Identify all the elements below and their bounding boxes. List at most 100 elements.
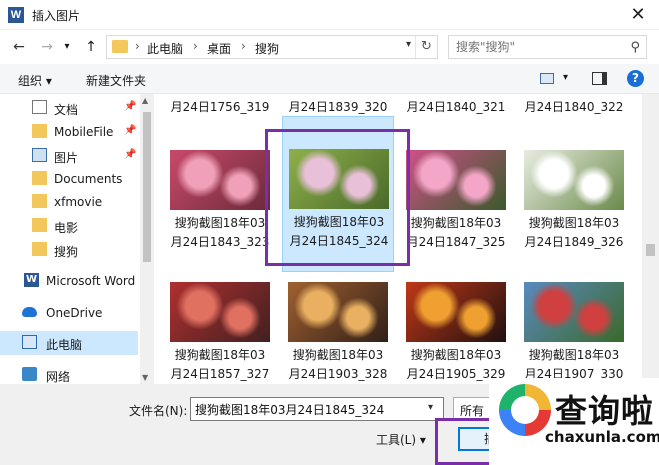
file-name-partial[interactable]: 月24日1839_320 (282, 98, 394, 115)
file-tile[interactable]: 搜狗截图18年03 月24日1903_328 (282, 282, 394, 384)
sidebar-item-label: 此电脑 (46, 338, 83, 352)
image-thumbnail (170, 282, 270, 342)
folder-icon (32, 242, 47, 256)
file-tile[interactable]: 搜狗截图18年03 月24日1857_327 (164, 282, 276, 384)
file-name-line: 月24日1903_328 (288, 367, 388, 381)
file-name-line: 搜狗截图18年03 (292, 348, 384, 362)
command-bar: 组织 ▾ 新建文件夹 ▾ ? (0, 64, 659, 94)
chevron-down-icon[interactable]: ▾ (428, 402, 433, 413)
scrollbar-thumb[interactable] (143, 112, 151, 262)
sidebar-item-label: OneDrive (46, 306, 103, 320)
file-name-line: 搜狗截图18年03 (174, 216, 266, 230)
filename-input[interactable] (190, 397, 444, 421)
file-name-line: 月24日1857_327 (170, 367, 270, 381)
back-button[interactable]: ← (10, 38, 28, 56)
view-icon[interactable] (540, 73, 554, 84)
file-name: 搜狗截图18年03 月24日1857_327 (164, 346, 276, 384)
sidebar-item-label: 搜狗 (54, 245, 79, 259)
sidebar-item-documents[interactable]: 文档 📌 (0, 96, 138, 120)
recent-dropdown[interactable]: ▾ (58, 38, 76, 56)
image-thumbnail (524, 150, 624, 210)
file-name: 搜狗截图18年03 月24日1903_328 (282, 346, 394, 384)
pin-icon: 📌 (124, 101, 137, 112)
sidebar-item-label: MobileFile (54, 125, 114, 139)
up-button[interactable]: ↑ (82, 38, 100, 56)
watermark-logo-icon (499, 384, 551, 436)
file-name-line: 搜狗截图18年03 (410, 348, 502, 362)
sidebar-item-onedrive[interactable]: OneDrive (0, 301, 138, 325)
breadcrumb-sogou[interactable]: 搜狗 (255, 40, 279, 57)
sidebar-item-label: xfmovie (54, 195, 103, 209)
breadcrumb-separator: › (135, 39, 140, 53)
window-title: 插入图片 (32, 9, 81, 23)
close-button[interactable]: ✕ (625, 2, 651, 28)
pin-icon: 📌 (124, 149, 137, 160)
folder-icon (32, 124, 47, 138)
file-name: 搜狗截图18年03 月24日1849_326 (518, 214, 630, 252)
address-row: ← → ▾ ↑ › 此电脑 › 桌面 › 搜狗 ▾ ↻ ⚲ (0, 30, 659, 64)
breadcrumb-separator: › (241, 39, 246, 53)
sidebar-item-label: Microsoft Word (46, 274, 136, 288)
tools-menu[interactable]: 工具(L) ▾ (376, 431, 426, 448)
watermark-text: 查询啦 (555, 392, 655, 430)
file-name-partial[interactable]: 月24日1840_322 (518, 98, 630, 115)
scroll-up-icon[interactable]: ▲ (142, 96, 148, 105)
sidebar-item-movies[interactable]: 电影 (0, 214, 138, 238)
file-tile[interactable]: 搜狗截图18年03 月24日1907_330 (518, 282, 630, 384)
filename-label: 文件名(N): (129, 404, 188, 418)
title-bar: W 插入图片 ✕ (0, 0, 659, 30)
sidebar-item-pictures[interactable]: 图片 📌 (0, 144, 138, 168)
search-icon[interactable]: ⚲ (630, 40, 640, 55)
document-icon (32, 100, 47, 114)
sidebar-item-documents-folder[interactable]: Documents (0, 167, 138, 191)
sidebar-item-this-pc[interactable]: 此电脑 (0, 331, 138, 355)
file-tile[interactable]: 搜狗截图18年03 月24日1847_325 (400, 150, 512, 272)
breadcrumb-computer[interactable]: 此电脑 (147, 40, 183, 57)
sidebar-scrollbar[interactable]: ▲ ▼ (140, 94, 154, 384)
file-name-partial[interactable]: 月24日1840_321 (400, 98, 512, 115)
sidebar-item-mobilefile[interactable]: MobileFile 📌 (0, 120, 138, 144)
forward-button[interactable]: → (38, 38, 56, 56)
image-thumbnail (170, 150, 270, 210)
navigation-pane: 文档 📌 MobileFile 📌 图片 📌 Documents xfmovie… (0, 94, 154, 384)
new-folder-button[interactable]: 新建文件夹 (86, 72, 146, 89)
content-scrollbar[interactable] (642, 94, 659, 384)
file-name: 搜狗截图18年03 月24日1843_323 (164, 214, 276, 252)
sidebar-item-sogou[interactable]: 搜狗 (0, 238, 138, 262)
breadcrumb-separator: › (193, 39, 198, 53)
file-name-line: 月24日1849_326 (524, 235, 624, 249)
preview-pane-icon[interactable] (592, 72, 607, 85)
breadcrumb-desktop[interactable]: 桌面 (207, 40, 231, 57)
file-tile[interactable]: 搜狗截图18年03 月24日1849_326 (518, 150, 630, 272)
organize-menu[interactable]: 组织 ▾ (18, 72, 52, 89)
selection-highlight-box (265, 129, 410, 266)
network-icon (22, 367, 37, 381)
cloud-icon (22, 307, 37, 317)
scroll-down-icon[interactable]: ▼ (142, 373, 148, 382)
file-tile[interactable]: 搜狗截图18年03 月24日1905_329 (400, 282, 512, 384)
word-icon: W (24, 273, 39, 287)
search-input[interactable] (449, 36, 619, 58)
file-name-partial[interactable]: 月24日1756_319 (164, 98, 276, 115)
image-thumbnail (288, 282, 388, 342)
chevron-down-icon[interactable]: ▾ (406, 39, 411, 50)
file-tile[interactable]: 搜狗截图18年03 月24日1843_323 (164, 150, 276, 272)
file-name-line: 搜狗截图18年03 (174, 348, 266, 362)
file-name-line: 月24日1843_323 (170, 235, 270, 249)
sidebar-item-xfmovie[interactable]: xfmovie (0, 190, 138, 214)
file-name-line: 月24日1847_325 (406, 235, 506, 249)
view-dropdown[interactable]: ▾ (563, 72, 568, 83)
folder-icon (32, 194, 47, 208)
refresh-button[interactable]: ↻ (415, 36, 437, 58)
address-bar[interactable]: › 此电脑 › 桌面 › 搜狗 ▾ ↻ (106, 35, 438, 59)
pictures-icon (32, 148, 47, 162)
sidebar-item-label: 文档 (54, 103, 79, 117)
search-box[interactable]: ⚲ (448, 35, 647, 59)
sidebar-item-microsoft-word[interactable]: W Microsoft Word (0, 269, 138, 293)
scrollbar-thumb[interactable] (646, 244, 655, 256)
image-thumbnail (406, 282, 506, 342)
file-name-line: 搜狗截图18年03 (528, 216, 620, 230)
sidebar-item-label: 图片 (54, 151, 79, 165)
pin-icon: 📌 (124, 125, 137, 136)
help-icon[interactable]: ? (627, 70, 644, 87)
